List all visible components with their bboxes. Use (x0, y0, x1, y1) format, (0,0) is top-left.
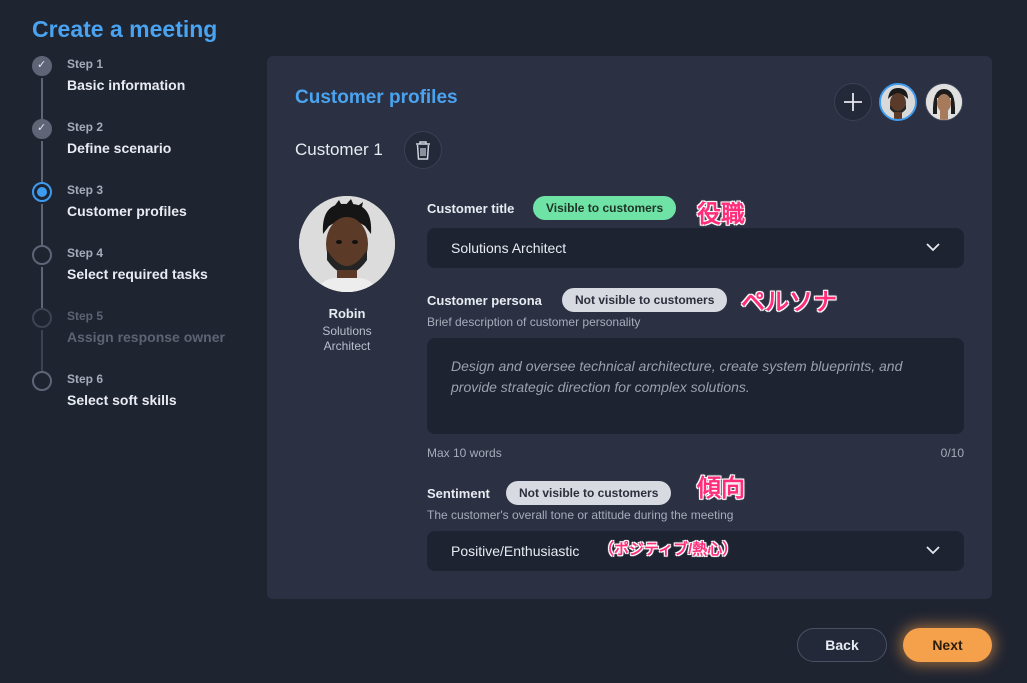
page-title: Create a meeting (32, 16, 218, 42)
customer-persona-input[interactable]: Design and oversee technical architectur… (427, 338, 964, 434)
avatar-male-icon (299, 196, 395, 292)
profile-name: Robin (328, 306, 366, 321)
step-select-soft-skills[interactable]: Step 6 Select soft skills (30, 371, 250, 431)
profile-role-line: Solutions (322, 324, 372, 338)
word-counter: 0/10 (940, 446, 964, 460)
delete-customer-button[interactable] (404, 131, 442, 169)
word-limit-hint: Max 10 words (427, 446, 502, 460)
profile-role: Solutions Architect (287, 324, 407, 354)
add-customer-button[interactable] (834, 83, 872, 121)
customer-avatar-selected[interactable] (879, 83, 917, 121)
step-name: Select required tasks (67, 266, 208, 282)
card-title: Customer profiles (295, 87, 458, 108)
step-number: Step 6 (67, 372, 104, 386)
customer-persona-description: Brief description of customer personalit… (427, 315, 641, 329)
customer-title-dropdown[interactable]: Solutions Architect (427, 228, 964, 268)
annotation-sentiment-value: （ポジティブ/熱心） (599, 541, 738, 558)
step-connector (41, 78, 43, 119)
plus-icon (844, 93, 862, 111)
step-name: Basic information (67, 77, 186, 93)
step-name: Define scenario (67, 140, 172, 156)
visibility-badge: Visible to customers (533, 196, 677, 220)
customer-title-label: Customer title (427, 201, 515, 216)
annotation-sentiment: 傾向 (697, 475, 745, 502)
step-complete-icon: ✓ (32, 56, 52, 76)
step-number: Step 1 (67, 57, 104, 71)
customer-avatar[interactable] (925, 83, 963, 121)
sentiment-description: The customer's overall tone or attitude … (427, 508, 734, 522)
visibility-badge: Not visible to customers (562, 288, 728, 312)
step-connector (41, 330, 43, 371)
avatar-female-icon (926, 84, 962, 120)
chevron-down-icon (926, 243, 940, 252)
customer-persona-label: Customer persona (427, 293, 542, 308)
back-button[interactable]: Back (797, 628, 887, 662)
visibility-badge: Not visible to customers (506, 481, 672, 505)
dropdown-value: Solutions Architect (451, 240, 567, 256)
step-connector (41, 267, 43, 308)
annotation-title: 役職 (697, 201, 745, 228)
step-complete-icon: ✓ (32, 119, 52, 139)
profile-avatar (299, 196, 395, 292)
step-pending-icon (32, 245, 52, 265)
step-pending-icon (32, 371, 52, 391)
avatar-male-icon (881, 85, 915, 119)
step-number: Step 5 (67, 309, 104, 323)
step-basic-information[interactable]: ✓ Step 1 Basic information (30, 56, 250, 119)
chevron-down-icon (926, 546, 940, 555)
step-define-scenario[interactable]: ✓ Step 2 Define scenario (30, 119, 250, 182)
next-button[interactable]: Next (903, 628, 992, 662)
sentiment-label: Sentiment (427, 486, 490, 501)
customer-heading: Customer 1 (295, 140, 383, 159)
step-number: Step 4 (67, 246, 104, 260)
step-name: Select soft skills (67, 392, 177, 408)
annotation-persona: ペルソナ (741, 289, 837, 316)
step-select-required-tasks[interactable]: Step 4 Select required tasks (30, 245, 250, 308)
step-customer-profiles[interactable]: Step 3 Customer profiles (30, 182, 250, 245)
customer-profiles-card: Customer profiles Customer 1 Robin Solut… (267, 56, 992, 599)
step-name: Assign response owner (67, 329, 225, 345)
step-name: Customer profiles (67, 203, 187, 219)
step-disabled-icon (32, 308, 52, 328)
profile-role-line: Architect (323, 339, 371, 353)
dropdown-value: Positive/Enthusiastic (451, 543, 580, 559)
step-assign-response-owner: Step 5 Assign response owner (30, 308, 250, 371)
step-number: Step 3 (67, 183, 104, 197)
step-active-icon (32, 182, 52, 202)
step-connector (41, 204, 43, 245)
step-connector (41, 141, 43, 182)
step-number: Step 2 (67, 120, 104, 134)
trash-icon (416, 141, 430, 160)
